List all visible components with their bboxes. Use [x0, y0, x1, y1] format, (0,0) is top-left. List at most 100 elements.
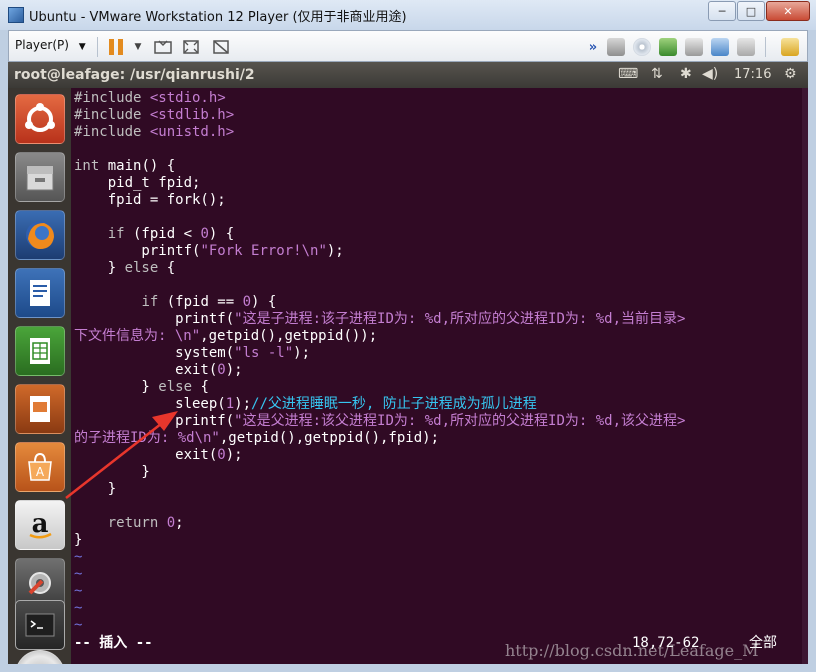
code-line[interactable]: #include <stdio.h>	[74, 90, 226, 107]
code-token: ) {	[208, 226, 235, 242]
code-line[interactable]: fpid = fork();	[74, 192, 226, 209]
writer-icon[interactable]	[15, 268, 65, 318]
code-line[interactable]: if (fpid < 0) {	[74, 226, 234, 243]
firefox-icon[interactable]	[15, 210, 65, 260]
code-line[interactable]: sleep(1);//父进程睡眠一秒, 防止子进程成为孤儿进程	[74, 396, 537, 413]
software-center-icon[interactable]: A	[15, 442, 65, 492]
pause-icon[interactable]	[109, 39, 123, 55]
close-button[interactable]: ✕	[766, 1, 810, 21]
code-token: );	[326, 243, 344, 259]
camera-icon[interactable]	[737, 38, 755, 56]
window-title-bar[interactable]: Ubuntu - VMware Workstation 12 Player (仅…	[0, 0, 816, 30]
code-token: ;	[175, 515, 184, 531]
code-token: 0	[200, 226, 209, 242]
network-icon[interactable]	[659, 38, 677, 56]
send-keys-icon[interactable]	[153, 37, 173, 57]
code-line[interactable]: ~	[74, 566, 82, 583]
code-token: (fpid ==	[158, 294, 243, 310]
code-line[interactable]: printf("这是子进程:该子进程ID为: %d,所对应的父进程ID为: %d…	[74, 311, 685, 328]
player-menu-label: Player(P)	[15, 38, 69, 52]
code-line[interactable]: 的子进程ID为: %d\n",getpid(),getppid(),fpid);	[74, 430, 439, 447]
window-controls: ─ □ ✕	[707, 1, 810, 21]
code-token: );	[293, 345, 311, 361]
window-title: Ubuntu - VMware Workstation 12 Player (仅…	[29, 10, 407, 25]
code-token: printf(	[74, 311, 235, 327]
vmware-app-icon	[8, 7, 24, 23]
code-token: }	[74, 260, 125, 276]
code-token: ,getpid(),getppid(),fpid);	[219, 430, 440, 446]
unity-launcher: A a	[8, 88, 71, 664]
code-token: <stdio.h>	[149, 90, 226, 106]
code-token: 1	[225, 396, 235, 412]
code-line[interactable]: ~	[74, 617, 82, 634]
hdd-icon[interactable]	[607, 38, 625, 56]
code-line[interactable]: printf("Fork Error!\n");	[74, 243, 344, 260]
code-token: <unistd.h>	[149, 124, 235, 140]
clock[interactable]: 17:16	[734, 67, 771, 82]
code-token: );	[225, 362, 243, 378]
code-token: if	[107, 226, 125, 242]
code-token: 0	[217, 447, 226, 463]
code-token: );	[225, 447, 243, 463]
bluetooth-icon[interactable]: ✱	[680, 66, 692, 82]
printer-icon[interactable]	[685, 38, 703, 56]
code-token: ) {	[251, 294, 277, 310]
code-token: }	[74, 464, 150, 480]
pause-dropdown-icon[interactable]: ▼	[128, 37, 148, 57]
calc-icon[interactable]	[15, 326, 65, 376]
sound-icon[interactable]	[711, 38, 729, 56]
volume-icon[interactable]: ◀)	[702, 66, 718, 82]
player-menu[interactable]: Player(P) ▼	[15, 38, 86, 52]
code-line[interactable]: ~	[74, 583, 82, 600]
network-indicator-icon[interactable]: ⇅	[651, 66, 663, 82]
message-icon[interactable]	[781, 38, 799, 56]
gear-icon[interactable]: ⚙	[784, 66, 797, 82]
ubuntu-dash-icon[interactable]	[15, 94, 65, 144]
code-line[interactable]: return 0;	[74, 515, 184, 532]
code-token: ~	[74, 617, 83, 633]
code-token: 的子进程ID为: %d\n"	[74, 430, 220, 446]
code-line[interactable]: int main() {	[74, 158, 175, 175]
code-line[interactable]: #include <unistd.h>	[74, 124, 234, 141]
code-line[interactable]: pid_t fpid;	[74, 175, 201, 192]
code-line[interactable]: }	[74, 464, 150, 481]
disc-icon[interactable]	[15, 650, 65, 664]
code-token: exit(	[74, 362, 218, 378]
impress-icon[interactable]	[15, 384, 65, 434]
code-line[interactable]: 下文件信息为: \n",getpid(),getppid());	[74, 328, 377, 345]
amazon-icon[interactable]: a	[15, 500, 65, 550]
code-line[interactable]: } else {	[74, 260, 175, 277]
vim-mode-indicator: -- 插入 --	[74, 635, 153, 651]
code-line[interactable]: } else {	[74, 379, 209, 396]
code-line[interactable]: system("ls -l");	[74, 345, 310, 362]
minimize-button[interactable]: ─	[708, 1, 736, 21]
terminal-window-title: root@leafage: /usr/qianrushi/2	[14, 67, 255, 83]
maximize-button[interactable]: □	[737, 1, 765, 21]
code-token: "这是子进程:该子进程ID为: %d,所对应的父进程ID为: %d,当前目录>	[234, 311, 686, 327]
terminal-icon[interactable]	[15, 600, 65, 650]
code-line[interactable]: ~	[74, 549, 82, 566]
unity-icon[interactable]	[211, 37, 231, 57]
fit-window-icon[interactable]	[181, 37, 201, 57]
more-icon[interactable]: »	[583, 37, 603, 57]
files-icon[interactable]	[15, 152, 65, 202]
code-token: 0	[217, 362, 226, 378]
code-token: {	[192, 379, 209, 395]
keyboard-icon[interactable]: ⌨	[618, 66, 638, 82]
code-line[interactable]: exit(0);	[74, 362, 243, 379]
code-token: ,getpid(),getppid());	[200, 328, 378, 344]
terminal-editor[interactable]: #include <stdio.h> #include <stdlib.h> #in…	[71, 88, 808, 664]
code-token: ~	[74, 549, 83, 565]
code-token: //父进程睡眠一秒, 防止子进程成为孤儿进程	[251, 396, 537, 412]
code-line[interactable]: }	[74, 481, 116, 498]
code-token: "Fork Error!\n"	[200, 243, 327, 259]
cd-icon[interactable]	[633, 38, 651, 56]
code-line[interactable]: if (fpid == 0) {	[74, 294, 276, 311]
code-line[interactable]: printf("这是父进程:该父进程ID为: %d,所对应的父进程ID为: %d…	[74, 413, 685, 430]
code-line[interactable]: }	[74, 532, 82, 549]
code-line[interactable]: ~	[74, 600, 82, 617]
terminal-scrollbar[interactable]	[802, 88, 808, 664]
code-token: 0	[242, 294, 252, 310]
code-line[interactable]: exit(0);	[74, 447, 243, 464]
code-line[interactable]: #include <stdlib.h>	[74, 107, 234, 124]
